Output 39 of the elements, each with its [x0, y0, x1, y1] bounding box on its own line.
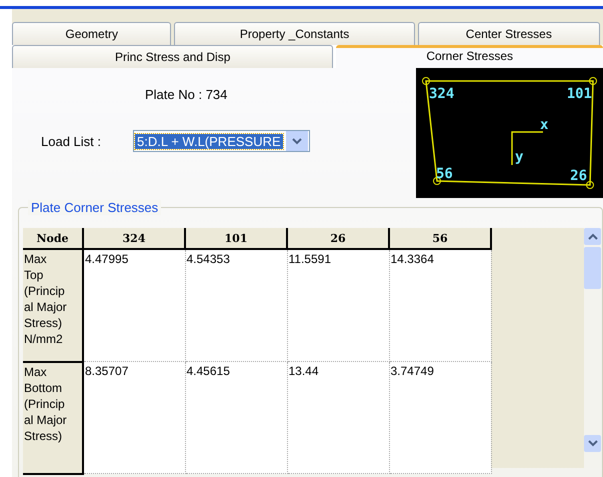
node-label: 101 [566, 86, 592, 102]
tab[interactable]: Center Stresses [418, 22, 600, 45]
group-title: Plate Corner Stresses [28, 200, 162, 215]
table-cell: 4.47995 [83, 249, 185, 362]
node-marker-icon [586, 181, 594, 189]
table-cell: 3.74749 [389, 362, 491, 474]
load-list-label: Load List : [41, 134, 102, 148]
scroll-down-icon[interactable] [584, 435, 601, 452]
table-cell: 8.35707 [83, 362, 185, 474]
node-label: 26 [570, 168, 587, 184]
tab[interactable]: Princ Stress and Disp [12, 45, 334, 68]
tab[interactable]: Property _Constants [174, 22, 415, 45]
scrollbar-thumb[interactable] [584, 247, 601, 289]
table-cell: 13.44 [287, 362, 389, 474]
axis-lines [511, 131, 543, 165]
table-cell: 4.54353 [185, 249, 287, 362]
scrollbar[interactable] [584, 228, 602, 468]
column-header: 56 [389, 228, 491, 249]
scroll-up-icon[interactable] [584, 228, 601, 245]
row-header: Max Top (Princip al Major Stress) N/mm2 [23, 249, 83, 362]
node-marker-icon [422, 77, 430, 85]
tab[interactable]: Corner Stresses [336, 45, 603, 68]
column-header: Node [23, 228, 83, 249]
node-marker-icon [589, 77, 597, 85]
axis-label: x [540, 117, 548, 133]
node-label: 324 [429, 86, 454, 102]
node-label: 56 [436, 166, 453, 182]
row-header: Max Bottom (Princip al Major Stress) [23, 362, 83, 474]
table-cell: 11.5591 [287, 249, 389, 362]
column-header: 26 [287, 228, 389, 249]
table-cell: 14.3364 [389, 249, 491, 362]
column-header: 324 [83, 228, 185, 249]
tab[interactable]: Geometry [12, 22, 172, 45]
column-header: 101 [185, 228, 287, 249]
table-cell: 4.45615 [185, 362, 287, 474]
node-marker-icon [433, 177, 441, 185]
load-list-dropdown[interactable]: 5:D.L + W.L(PRESSURE [133, 130, 310, 152]
plate-number: Plate No : 734 [145, 87, 228, 102]
axis-label: y [515, 149, 524, 165]
